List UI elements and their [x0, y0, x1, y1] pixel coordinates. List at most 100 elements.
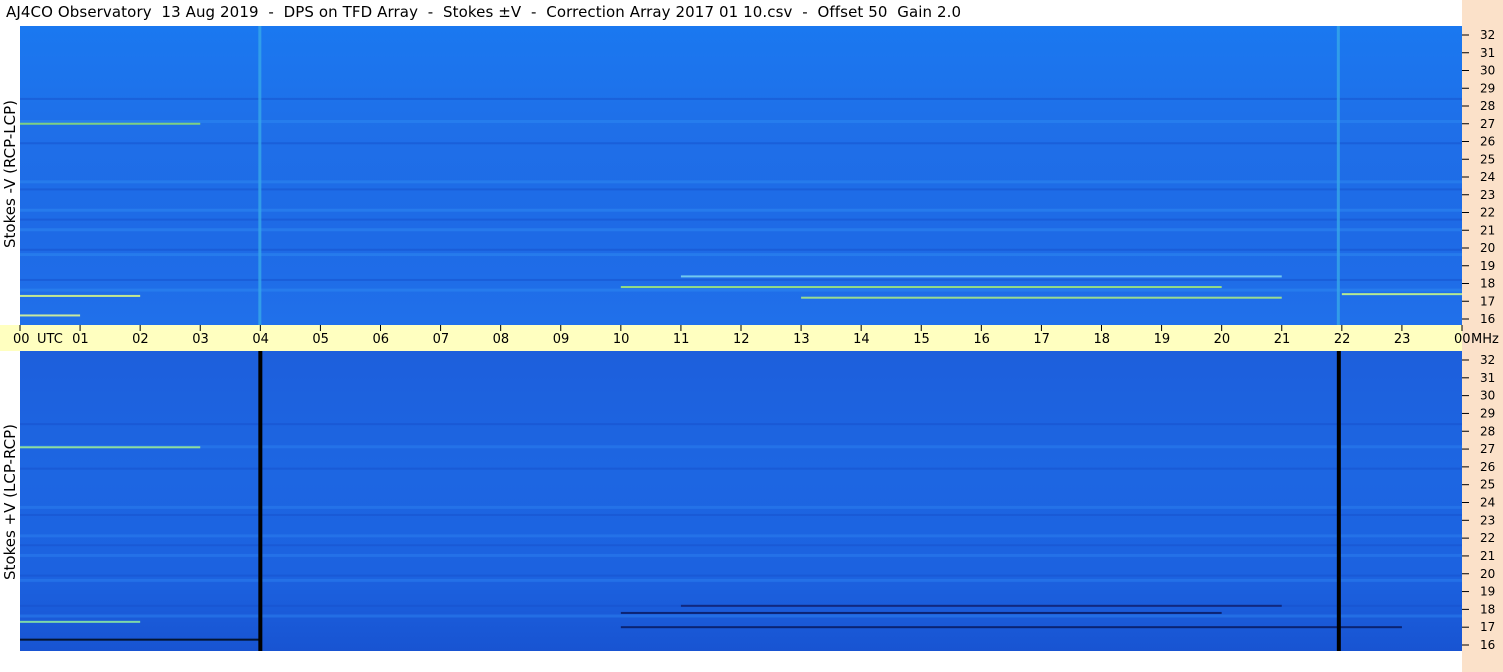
bottom-y-axis-label: Stokes +V (LCP-RCP): [1, 424, 19, 580]
spectrogram-band: [20, 188, 1462, 191]
spectrogram-band: [20, 253, 1462, 257]
x-tick-label: 15: [913, 332, 930, 347]
vertical-spike: [1336, 351, 1341, 651]
vertical-spike: [258, 26, 262, 325]
y-tick-label: 22: [1480, 206, 1495, 220]
y-tick-label: 31: [1480, 371, 1495, 385]
spectrogram-band: [20, 288, 1462, 292]
x-tick-label: 08: [493, 332, 510, 347]
top-y-axis-label: Stokes -V (RCP-LCP): [1, 100, 19, 248]
spectrogram-band: [20, 278, 1462, 281]
spectrogram-band: [20, 505, 1462, 509]
y-tick-label: 20: [1480, 241, 1495, 255]
x-tick-label: 02: [132, 332, 149, 347]
signal-streak: [680, 604, 1282, 607]
spectrogram-band: [20, 513, 1462, 516]
y-tick-label: 18: [1480, 602, 1495, 616]
x-tick-label: 04: [252, 332, 269, 347]
y-tick-label: 27: [1480, 117, 1495, 131]
y-tick-label: 31: [1480, 46, 1495, 60]
x-tick-label: 20: [1214, 332, 1231, 347]
x-tick-label: 17: [1033, 332, 1050, 347]
spectrogram-band: [20, 208, 1462, 212]
y-tick-label: 19: [1480, 585, 1495, 599]
signal-streak: [20, 294, 141, 297]
x-tick-label: 00: [1454, 332, 1471, 347]
y-tick-label: 30: [1480, 389, 1495, 403]
spectrogram-band: [20, 544, 1462, 547]
spectrogram-band: [20, 467, 1462, 470]
y-tick-label: 17: [1480, 294, 1495, 308]
x-tick-label: 16: [973, 332, 990, 347]
signal-streak: [20, 638, 261, 641]
y-tick-label: 32: [1480, 353, 1495, 367]
utc-label: UTC: [37, 332, 63, 347]
x-tick-label: 19: [1154, 332, 1171, 347]
spectrogram-band: [20, 574, 1462, 577]
x-tick-label: 23: [1394, 332, 1411, 347]
y-tick-label: 25: [1480, 152, 1495, 166]
signal-streak: [801, 296, 1282, 299]
spectrogram-band: [20, 423, 1462, 426]
y-tick-label: 32: [1480, 28, 1495, 42]
y-tick-label: 23: [1480, 188, 1495, 202]
y-tick-label: 21: [1480, 223, 1495, 237]
spectrogram-band: [20, 180, 1462, 184]
x-tick-label: 13: [793, 332, 810, 347]
y-tick-label: 27: [1480, 442, 1495, 456]
mhz-label: MHz: [1471, 332, 1499, 347]
y-tick-label: 16: [1480, 312, 1495, 326]
signal-streak: [620, 626, 1402, 629]
spectrogram-band: [20, 119, 1462, 123]
spectrogram-band: [20, 248, 1462, 251]
y-tick-label: 28: [1480, 99, 1495, 113]
y-tick-label: 25: [1480, 478, 1495, 492]
x-tick-label: 09: [553, 332, 570, 347]
x-tick-label: 05: [312, 332, 329, 347]
vertical-spike: [258, 351, 263, 651]
x-tick-label: 12: [733, 332, 750, 347]
x-tick-label: 22: [1334, 332, 1351, 347]
spectrogram-band: [20, 97, 1462, 100]
signal-streak: [20, 446, 201, 449]
signal-streak: [20, 620, 141, 623]
spectrogram-band: [20, 534, 1462, 538]
x-tick-label: 18: [1094, 332, 1111, 347]
y-tick-label: 20: [1480, 567, 1495, 581]
x-tick-label: 03: [192, 332, 209, 347]
y-tick-label: 19: [1480, 259, 1495, 273]
vertical-spike: [1336, 26, 1340, 325]
y-tick-label: 24: [1480, 170, 1495, 184]
signal-streak: [680, 275, 1282, 278]
spectrogram-band: [20, 142, 1462, 145]
x-tick-label: 10: [613, 332, 630, 347]
x-tick-label: 06: [373, 332, 390, 347]
y-tick-label: 30: [1480, 64, 1495, 78]
spectrogram-band: [20, 578, 1462, 582]
x-tick-label: 21: [1274, 332, 1291, 347]
x-tick-label: 07: [433, 332, 450, 347]
spectrogram-band: [20, 614, 1462, 618]
y-tick-label: 21: [1480, 549, 1495, 563]
y-tick-label: 28: [1480, 424, 1495, 438]
bottom-spectrogram-panel: [20, 351, 1462, 651]
x-tick-label: 11: [673, 332, 690, 347]
y-tick-label: 26: [1480, 460, 1495, 474]
y-tick-label: 24: [1480, 496, 1495, 510]
spectrogram-plot: 00 01 02 03 04 05 06 07 08 09 10 11 12 13 14 15 16 17 18 19…: [13, 26, 1499, 652]
spectrogram-band: [20, 445, 1462, 449]
x-tick-label: 00: [13, 332, 30, 347]
spectrogram-band: [20, 228, 1462, 232]
signal-streak: [620, 286, 1222, 289]
y-tick-label: 16: [1480, 638, 1495, 652]
y-tick-label: 17: [1480, 620, 1495, 634]
signal-streak: [20, 122, 201, 125]
y-tick-label: 26: [1480, 135, 1495, 149]
y-tick-label: 23: [1480, 513, 1495, 527]
y-tick-label: 29: [1480, 81, 1495, 95]
x-tick-label: 14: [853, 332, 870, 347]
spectrogram-band: [20, 553, 1462, 557]
top-spectrogram-panel: [20, 26, 1462, 325]
signal-streak: [20, 314, 81, 317]
y-tick-label: 22: [1480, 531, 1495, 545]
